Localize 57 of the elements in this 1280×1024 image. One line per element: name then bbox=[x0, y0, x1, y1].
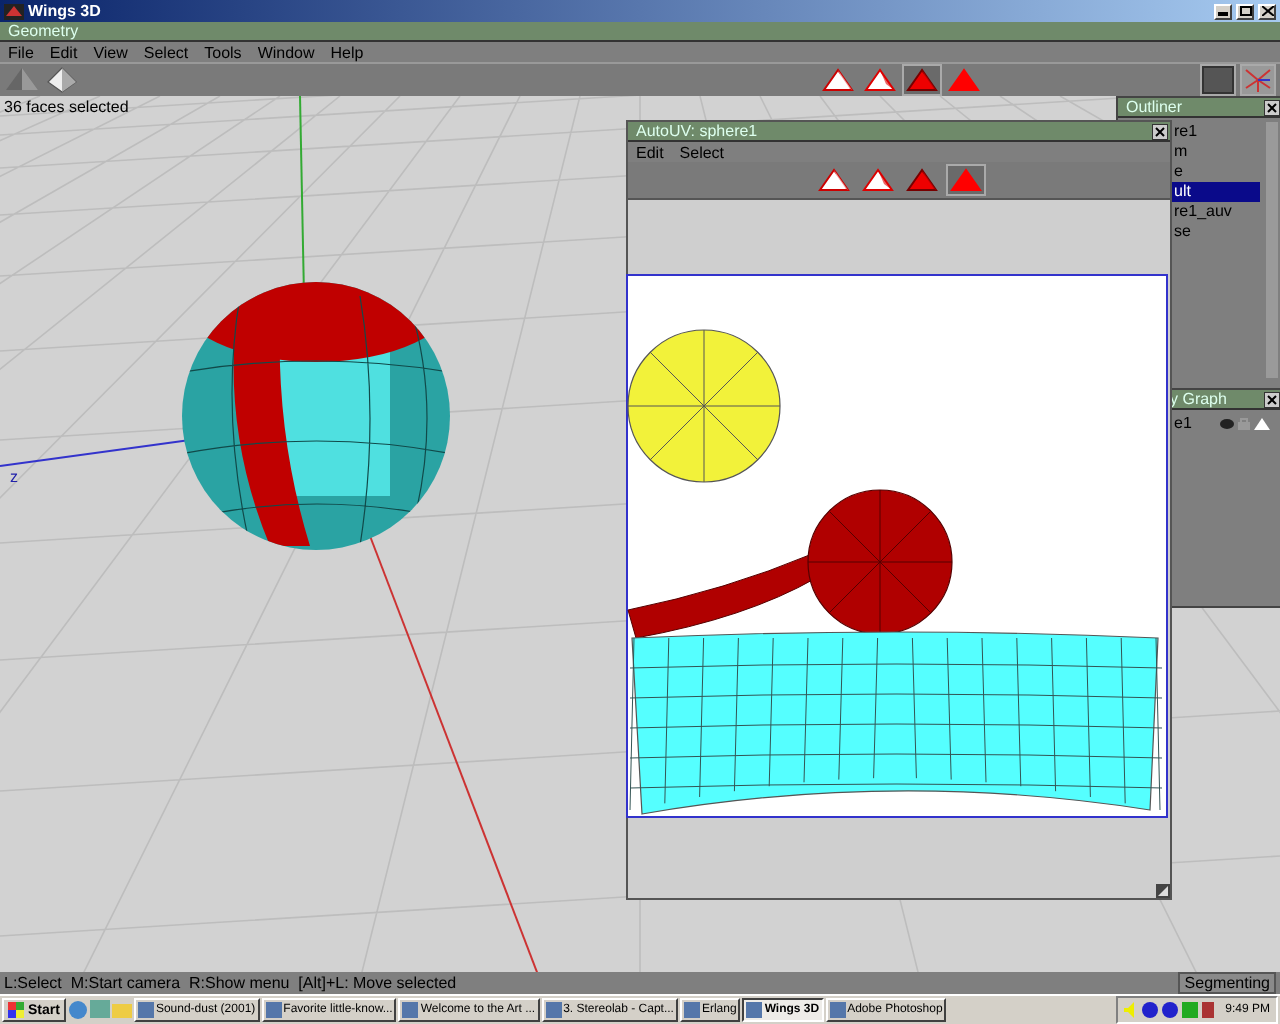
selection-mode-button[interactable] bbox=[945, 164, 985, 196]
close-icon[interactable] bbox=[1264, 99, 1280, 115]
pyramid-icon[interactable] bbox=[1254, 417, 1270, 429]
minimize-icon bbox=[1217, 6, 1229, 16]
selection-mode-button[interactable] bbox=[813, 164, 853, 196]
selection-mode-button[interactable] bbox=[857, 164, 897, 196]
eye-icon[interactable] bbox=[1220, 417, 1234, 429]
menu-item[interactable]: Help bbox=[326, 43, 376, 61]
outliner-item[interactable]: ult bbox=[1172, 182, 1260, 202]
menu-item[interactable]: File bbox=[4, 43, 46, 61]
windows-flag-icon bbox=[8, 1002, 24, 1018]
tray-circle-icon[interactable] bbox=[1141, 1002, 1158, 1018]
window-title: Wings 3D bbox=[28, 2, 101, 20]
app-icon bbox=[829, 1002, 846, 1018]
outliner-item[interactable]: re1 bbox=[1172, 122, 1260, 142]
selection-mode-button[interactable] bbox=[901, 164, 941, 196]
axes-icon[interactable] bbox=[1240, 64, 1276, 96]
shaded-view-icon[interactable] bbox=[1200, 64, 1236, 96]
autouv-title: AutoUV: sphere1 bbox=[636, 122, 758, 140]
menu-item[interactable]: Edit bbox=[45, 43, 90, 61]
app-icon bbox=[746, 1002, 763, 1018]
app-icon bbox=[402, 1002, 419, 1018]
outliner-item[interactable]: se bbox=[1172, 222, 1260, 242]
selection-mode-button[interactable] bbox=[817, 64, 857, 96]
geometry-title: Geometry bbox=[8, 22, 79, 40]
outliner-item[interactable]: e bbox=[1172, 162, 1260, 182]
minimize-button[interactable] bbox=[1214, 3, 1232, 19]
maximize-button[interactable] bbox=[1236, 3, 1254, 19]
outliner-item[interactable]: re1_auv bbox=[1172, 202, 1260, 222]
resize-grip-icon[interactable] bbox=[1156, 884, 1170, 898]
close-icon[interactable] bbox=[1264, 391, 1280, 407]
selection-info: 36 faces selected bbox=[4, 98, 129, 116]
menu-item[interactable]: View bbox=[89, 43, 140, 61]
close-icon[interactable] bbox=[1152, 123, 1168, 139]
selection-mode-button[interactable] bbox=[859, 64, 899, 96]
app-icon bbox=[683, 1002, 700, 1018]
axis-label: z bbox=[10, 468, 18, 486]
outliner-item[interactable]: m bbox=[1172, 142, 1260, 162]
menu-item[interactable]: Window bbox=[253, 43, 327, 61]
menu-item[interactable]: Tools bbox=[200, 43, 254, 61]
status-mode: Segmenting bbox=[1178, 972, 1276, 994]
app-icon bbox=[265, 1002, 282, 1018]
graph-item[interactable]: e1 bbox=[1174, 414, 1192, 432]
outliner-title: Outliner bbox=[1126, 98, 1183, 116]
app-icon bbox=[545, 1002, 562, 1018]
close-button[interactable] bbox=[1258, 3, 1276, 19]
maximize-icon bbox=[1239, 6, 1251, 16]
menu-item[interactable]: Select bbox=[675, 143, 737, 161]
pyramid-icon[interactable] bbox=[44, 66, 80, 94]
selection-mode-button[interactable] bbox=[901, 64, 941, 96]
tray-circle-icon[interactable] bbox=[1161, 1002, 1178, 1018]
close-icon bbox=[1261, 6, 1273, 16]
menu-item[interactable]: Select bbox=[139, 43, 201, 61]
status-hint: L:Select M:Start camera R:Show menu [Alt]+L: Move selected bbox=[4, 974, 457, 992]
app-icon bbox=[4, 3, 24, 19]
app-icon bbox=[137, 1002, 154, 1018]
menu-item[interactable]: Edit bbox=[632, 143, 676, 161]
